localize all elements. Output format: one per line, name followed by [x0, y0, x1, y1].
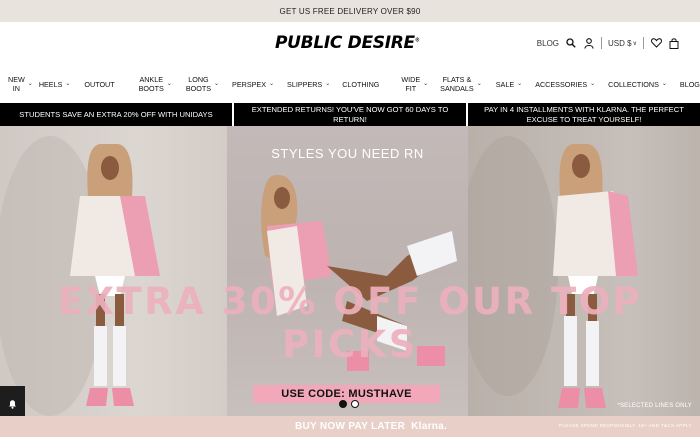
hero-image-right — [468, 126, 700, 416]
nav-item-flats-sandals[interactable]: FLATS & SANDALS ⌄ — [440, 75, 482, 93]
logo-text: PUBLIC DESIRE — [275, 33, 415, 53]
carousel-dots — [339, 400, 359, 408]
model-figure-left — [0, 136, 160, 416]
nav-item-wide-fit[interactable]: WIDE FIT ⌄ — [401, 75, 428, 93]
nav-item-long-boots[interactable]: LONG BOOTS ⌄ — [186, 75, 219, 93]
header-divider — [601, 37, 603, 49]
chevron-down-icon: ⌄ — [423, 80, 429, 87]
hero-banner[interactable]: STYLES YOU NEED RN EXTRA 30% OFF OUR TOP… — [0, 126, 700, 416]
nav-item-collections[interactable]: COLLECTIONS ⌄ — [608, 80, 667, 89]
model-figure-center — [261, 175, 457, 371]
announcement-text: GET US FREE DELIVERY OVER $90 — [279, 6, 421, 16]
carousel-dot-1[interactable] — [339, 400, 347, 408]
hero-subtitle: STYLES YOU NEED RN — [271, 146, 424, 161]
nav-item-clothing[interactable]: CLOTHING — [342, 80, 379, 89]
chevron-down-icon: ⌄ — [27, 80, 33, 87]
nav-item-blog[interactable]: BLOG — [680, 80, 700, 89]
nav-item-heels[interactable]: HEELS ⌄ — [39, 80, 71, 89]
nav-item-accessories[interactable]: ACCESSORIES ⌄ — [535, 80, 595, 89]
chevron-down-icon: ∨ — [632, 40, 637, 47]
nav-label: WIDE FIT — [401, 75, 421, 93]
main-nav: NEW IN ⌄ HEELS ⌄ OUTOUT ANKLE BOOTS ⌄ LONG … — [0, 66, 700, 102]
chevron-down-icon: ⌄ — [65, 80, 71, 87]
site-header: PUBLIC DESIRE® BLOG USD $ ∨ — [0, 22, 700, 66]
promo-strip: STUDENTS SAVE AN EXTRA 20% OFF WITH UNID… — [0, 103, 700, 126]
currency-selector[interactable]: USD $ ∨ — [608, 39, 637, 48]
bell-icon — [8, 396, 17, 414]
model-figure-right — [468, 136, 638, 408]
klarna-footer-bar[interactable]: BUY NOW PAY LATER Klarna. PLEASE SPEND R… — [0, 416, 700, 437]
nav-label: COLLECTIONS — [608, 79, 659, 89]
nav-item-slippers[interactable]: SLIPPERS ⌄ — [287, 80, 330, 89]
bnpl-group: BUY NOW PAY LATER Klarna. — [295, 421, 447, 432]
account-icon[interactable] — [583, 37, 595, 49]
nav-item-ankle-boots[interactable]: ANKLE BOOTS ⌄ — [139, 75, 172, 93]
chevron-down-icon: ⌄ — [661, 80, 667, 87]
chevron-down-icon: ⌄ — [590, 80, 596, 87]
nav-label: NEW IN — [8, 75, 25, 93]
hero-image-left — [0, 126, 227, 416]
currency-label: USD $ — [608, 38, 632, 48]
promo-klarna[interactable]: PAY IN 4 INSTALLMENTS WITH KLARNA. THE P… — [468, 103, 700, 126]
nav-item-sale[interactable]: SALE ⌄ — [496, 80, 522, 89]
spend-responsibly-text: PLEASE SPEND RESPONSIBLY. 18+ AND T&CS A… — [559, 423, 692, 428]
klarna-logo: Klarna. — [411, 421, 448, 432]
fine-print: *SELECTED LINES ONLY — [617, 403, 692, 409]
bnpl-text: BUY NOW PAY LATER — [295, 421, 406, 432]
promo-code-text: USE CODE: MUSTHAVE — [281, 388, 412, 400]
nav-label: HEELS — [38, 79, 63, 89]
nav-item-perspex[interactable]: PERSPEX ⌄ — [232, 80, 274, 89]
logo-registered-mark: ® — [414, 37, 420, 44]
announcement-bar: GET US FREE DELIVERY OVER $90 — [0, 0, 700, 22]
nav-label: CLOTHING — [342, 79, 380, 89]
promo-unidays[interactable]: STUDENTS SAVE AN EXTRA 20% OFF WITH UNID… — [0, 103, 232, 126]
chevron-down-icon: ⌄ — [476, 80, 482, 87]
nav-label: PERSPEX — [232, 79, 267, 89]
chevron-down-icon: ⌄ — [269, 80, 275, 87]
search-icon[interactable] — [565, 37, 577, 49]
nav-label: ACCESSORIES — [535, 79, 588, 89]
bag-icon[interactable] — [668, 37, 680, 49]
nav-item-outout[interactable]: OUTOUT — [84, 80, 114, 89]
chevron-down-icon: ⌄ — [214, 80, 220, 87]
nav-label: BLOG — [679, 79, 700, 89]
nav-label: SLIPPERS — [287, 79, 323, 89]
hero-headline: EXTRA 30% OFF OUR TOP PICKS — [57, 280, 643, 366]
promo-returns[interactable]: EXTENDED RETURNS! YOU'VE NOW GOT 60 DAYS… — [234, 103, 466, 126]
header-actions: BLOG USD $ ∨ — [537, 37, 680, 49]
nav-label: LONG BOOTS — [185, 75, 212, 93]
hero-image-center — [227, 126, 468, 416]
site-logo[interactable]: PUBLIC DESIRE® — [275, 33, 420, 53]
heart-icon[interactable] — [650, 37, 662, 49]
nav-label: OUTOUT — [84, 79, 115, 89]
header-divider — [643, 37, 644, 49]
chevron-down-icon: ⌄ — [325, 80, 331, 87]
nav-label: SALE — [495, 79, 515, 89]
header-blog-link[interactable]: BLOG — [537, 39, 559, 48]
chevron-down-icon: ⌄ — [166, 80, 172, 87]
carousel-dot-2[interactable] — [351, 400, 359, 408]
nav-label: FLATS & SANDALS — [440, 75, 474, 93]
nav-label: ANKLE BOOTS — [138, 75, 164, 93]
chevron-down-icon: ⌄ — [517, 80, 523, 87]
nav-item-new-in[interactable]: NEW IN ⌄ — [8, 75, 33, 93]
